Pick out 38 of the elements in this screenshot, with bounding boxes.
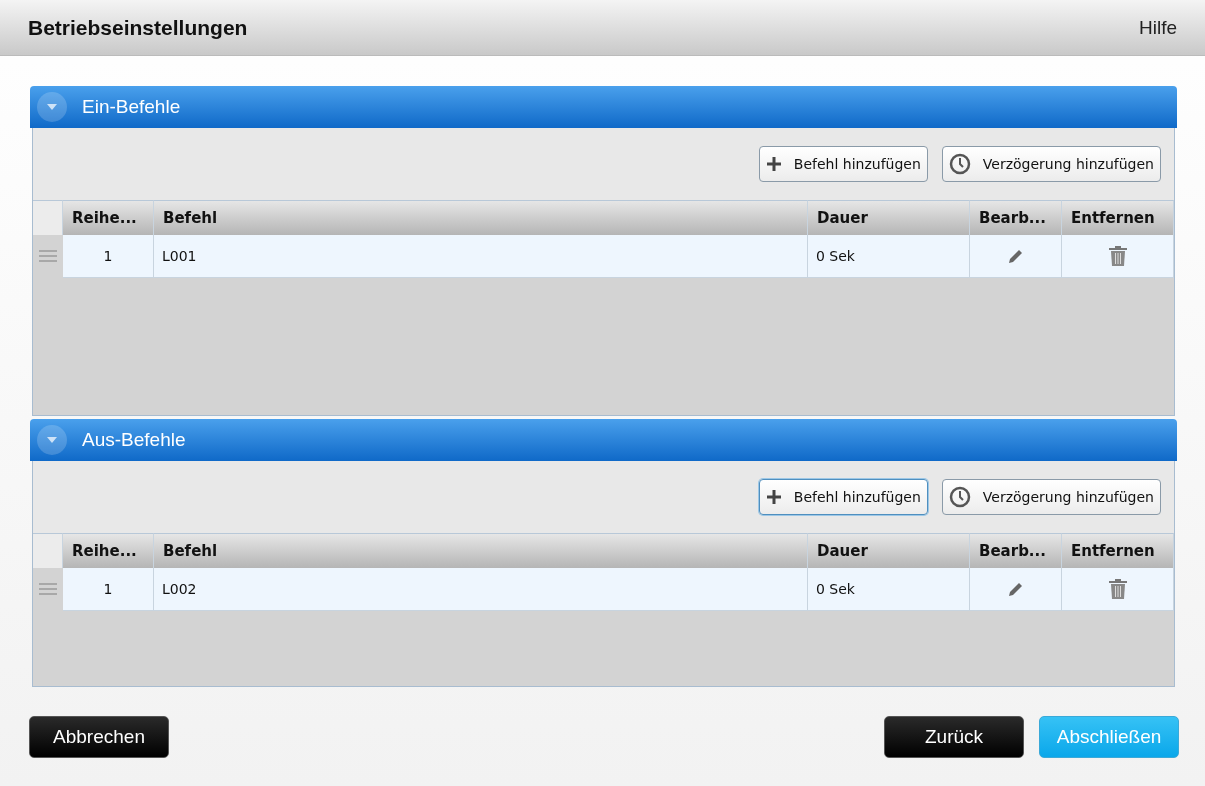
footer-button[interactable]: Zurück	[884, 716, 1024, 758]
plus-icon	[765, 489, 782, 505]
table-cell: 1	[63, 235, 154, 278]
add-command-button[interactable]: Befehl hinzufügen	[758, 146, 928, 182]
collapse-toggle-icon[interactable]	[36, 424, 68, 456]
section-title: Ein-Befehle	[82, 96, 181, 118]
section-header[interactable]: Aus-Befehle	[30, 419, 1177, 461]
window-title: Betriebseinstellungen	[28, 15, 248, 40]
column-header[interactable]: Dauer	[808, 533, 970, 568]
clock-icon	[948, 486, 971, 508]
plus-icon	[765, 156, 782, 172]
drag-handle-icon[interactable]	[39, 249, 57, 263]
table-cell: L002	[154, 568, 808, 611]
table-cell: 0 Sek	[808, 235, 970, 278]
column-header[interactable]: Befehl	[154, 200, 808, 235]
add-delay-button[interactable]: Verzögerung hinzufügen	[941, 479, 1161, 515]
column-header[interactable]: Bearb...	[970, 200, 1062, 235]
column-header[interactable]: Entfernen	[1062, 533, 1174, 568]
column-header[interactable]: Entfernen	[1062, 200, 1174, 235]
section-title: Aus-Befehle	[82, 429, 186, 451]
column-header[interactable]: Reihe...	[63, 533, 154, 568]
add-command-button[interactable]: Befehl hinzufügen	[758, 479, 928, 515]
table-cell: 1	[63, 568, 154, 611]
column-header[interactable]: Dauer	[808, 200, 970, 235]
table-cell: 0 Sek	[808, 568, 970, 611]
drag-handle-icon[interactable]	[39, 582, 57, 596]
column-header[interactable]: Reihe...	[63, 200, 154, 235]
table-cell: L001	[154, 235, 808, 278]
column-header[interactable]: Befehl	[154, 533, 808, 568]
footer-button[interactable]: Abbrechen	[29, 716, 169, 758]
add-delay-button[interactable]: Verzögerung hinzufügen	[941, 146, 1161, 182]
trash-icon[interactable]	[1107, 578, 1128, 600]
column-header[interactable]: Bearb...	[970, 533, 1062, 568]
help-link[interactable]: Hilfe	[1139, 16, 1177, 39]
trash-icon[interactable]	[1107, 245, 1128, 267]
section-header[interactable]: Ein-Befehle	[30, 86, 1177, 128]
collapse-toggle-icon[interactable]	[36, 91, 68, 123]
clock-icon	[948, 153, 971, 175]
